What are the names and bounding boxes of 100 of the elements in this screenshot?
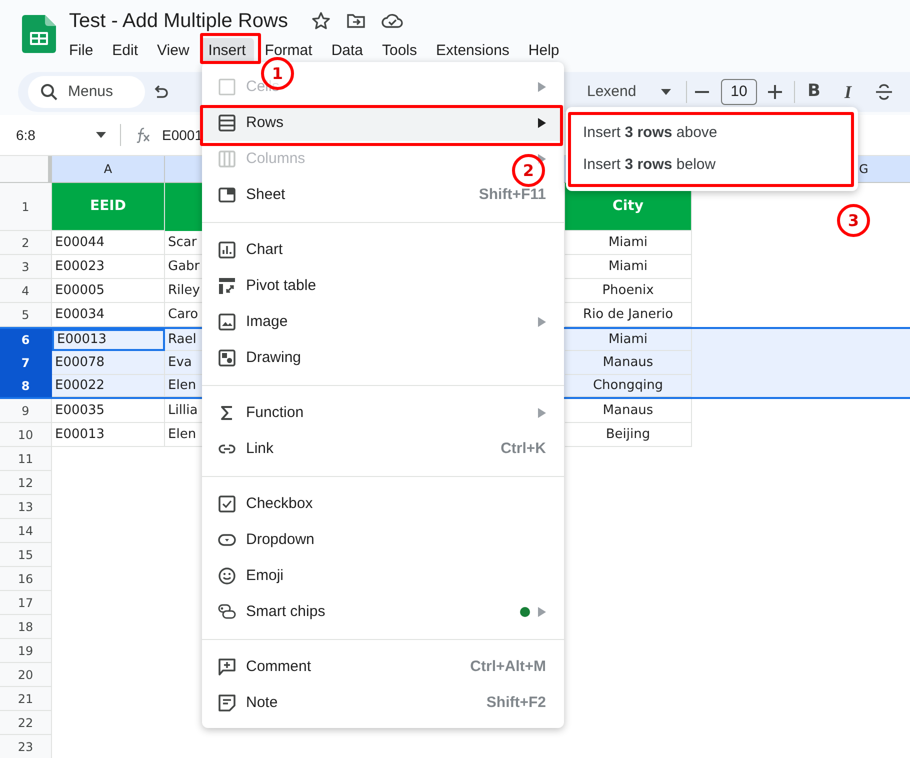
row-header[interactable]: 11 [0,447,52,471]
menu-item[interactable]: Insert 3 rows below [573,149,849,181]
row-header[interactable]: 6 [0,329,52,351]
row-header[interactable]: 4 [0,279,52,303]
drawing-icon [218,349,236,367]
row-header[interactable]: 2 [0,231,52,255]
function-fx-icon [135,127,151,143]
strikethrough-icon[interactable] [875,83,893,101]
row-header[interactable]: 9 [0,399,52,423]
menu-item[interactable]: Dropdown [202,522,564,558]
smiley-icon [218,567,236,585]
column-header[interactable]: A [52,156,165,182]
menu-item[interactable]: Chart [202,232,564,268]
name-box[interactable]: 6:8 [16,124,94,146]
bold-button[interactable]: B [805,79,823,105]
comment-icon [218,658,236,676]
row-header[interactable]: 13 [0,495,52,519]
menu-item[interactable]: Emoji [202,558,564,594]
row-header[interactable]: 12 [0,471,52,495]
row-header[interactable]: 8 [0,375,52,397]
row-header[interactable]: 5 [0,303,52,327]
image-icon [218,313,236,331]
row-header[interactable]: 18 [0,615,52,639]
menu-item[interactable]: Insert 3 rows above [573,117,849,149]
menu-item[interactable]: Comment Ctrl+Alt+M [202,649,564,685]
columns-icon [218,150,236,168]
header-cell: EEID [52,183,165,231]
row-header[interactable]: 17 [0,591,52,615]
note-icon [218,694,236,712]
shortcut-text: Ctrl+K [500,438,546,459]
cloud-check-icon[interactable] [380,11,403,31]
menu-item[interactable]: Function [202,395,564,431]
menu-item[interactable]: File [61,38,102,64]
star-icon[interactable] [310,11,331,31]
dropdown-caret-icon[interactable] [96,132,106,138]
menu-item[interactable]: Format [256,38,320,64]
menu-item[interactable]: Pivot table [202,268,564,304]
row-header[interactable]: 14 [0,519,52,543]
row-header[interactable]: 20 [0,663,52,687]
pivot-table-icon [218,277,236,295]
menu-item[interactable]: Drawing [202,340,564,376]
menu-item[interactable]: Rows [202,105,564,141]
row-header[interactable]: 23 [0,735,52,758]
folder-icon[interactable] [346,11,366,31]
checkbox-icon [218,495,236,513]
menu-item[interactable]: Help [520,38,568,64]
table-cell: E00013 [52,329,165,351]
row-header[interactable]: 22 [0,711,52,735]
plus-icon[interactable] [768,85,782,99]
menu-item[interactable]: Smart chips [202,594,564,630]
highlight-box [200,33,261,64]
rows-icon [218,114,236,132]
table-cell: E00022 [52,375,165,397]
shortcut-text: Shift+F11 [478,184,546,205]
menus-search-field[interactable]: Menus [28,76,145,108]
menu-item[interactable]: Image [202,304,564,340]
row-header[interactable]: 7 [0,351,52,375]
table-cell: Manaus [565,399,692,423]
menu-item[interactable]: Link Ctrl+K [202,431,564,467]
dropdown-icon [218,531,236,549]
sheet-icon [218,186,236,204]
menu-item[interactable]: Data [323,38,371,64]
bar-chart-icon [218,241,236,259]
font-size-field[interactable]: 10 [721,79,757,105]
sheets-logo [22,15,56,53]
search-placeholder: Menus [68,82,114,102]
table-cell: E00023 [52,255,165,279]
chips-icon [218,603,236,621]
italic-button[interactable]: I [841,78,855,106]
row-header[interactable]: 15 [0,543,52,567]
dropdown-caret-icon[interactable] [661,89,671,95]
step-number: 3 [837,204,870,237]
row-header[interactable]: 16 [0,567,52,591]
shortcut-text: Shift+F2 [486,692,546,713]
table-cell: Miami [565,255,692,279]
table-cell: Phoenix [565,279,692,303]
formula-field[interactable]: E0001 [162,124,202,146]
row-header[interactable]: 19 [0,639,52,663]
menu-item[interactable]: Tools [374,38,426,64]
row-header[interactable]: 21 [0,687,52,711]
row-header[interactable]: 10 [0,423,52,447]
square-icon [218,78,236,96]
document-title[interactable]: Test - Add Multiple Rows [69,7,288,35]
step-number: 2 [512,154,545,187]
menu-item[interactable]: Note Shift+F2 [202,685,564,721]
font-picker[interactable]: Lexend [587,80,661,104]
row-header[interactable]: 3 [0,255,52,279]
menu-item[interactable]: Checkbox [202,486,564,522]
menu-item[interactable]: Extensions [428,38,518,64]
row-header[interactable]: 1 [0,183,52,231]
menu-item[interactable]: View [149,38,198,64]
column-header[interactable]: G [858,156,910,182]
search-icon [40,83,58,101]
header-cell [165,183,202,231]
table-cell: Beijing [565,423,692,447]
shortcut-text: Ctrl+Alt+M [470,656,546,677]
table-cell: E00013 [52,423,165,447]
table-cell: E00035 [52,399,165,423]
menu-item[interactable]: Edit [104,38,146,64]
table-cell: Chongqing [565,375,692,397]
